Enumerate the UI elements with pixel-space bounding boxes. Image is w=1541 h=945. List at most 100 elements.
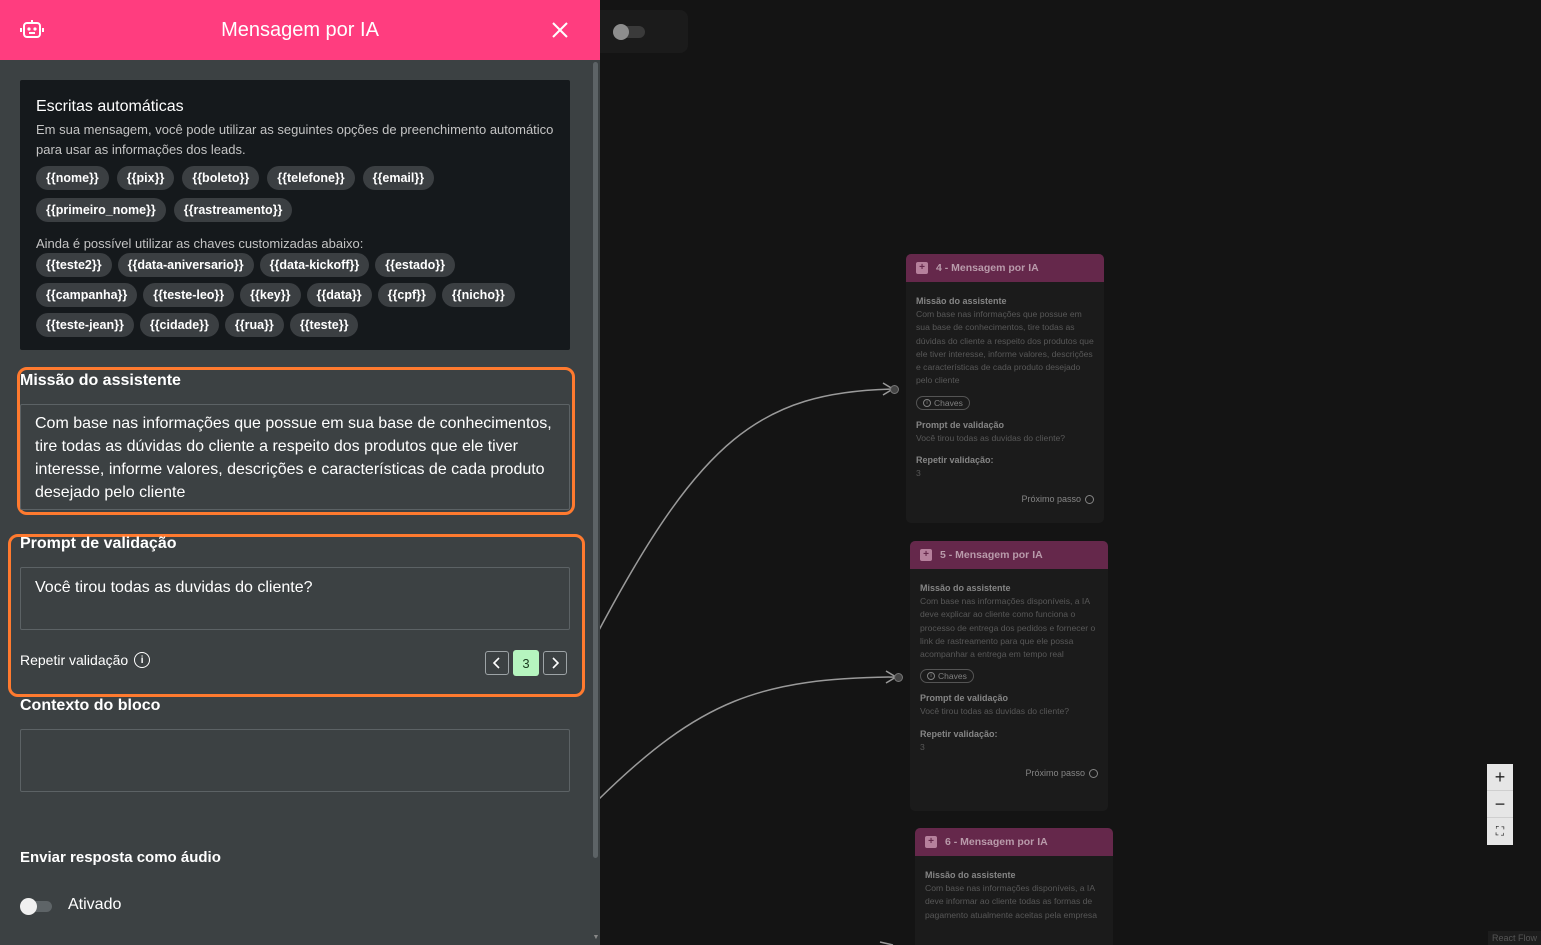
custom-keys-intro: Ainda é possível utilizar as chaves cust…: [36, 236, 364, 251]
node-mission-label: Missão do assistente: [920, 583, 1011, 593]
node-title: 5 - Mensagem por IA: [940, 549, 1043, 561]
panel-title: Mensagem por IA: [221, 18, 379, 41]
key-chip[interactable]: {{rua}}: [224, 313, 284, 337]
ai-message-icon: +: [920, 549, 932, 561]
node-mission-text: Com base nas informações disponíveis, a …: [920, 596, 1096, 660]
node-next-label: Próximo passo: [1025, 768, 1085, 779]
node-header: + 4 - Mensagem por IA: [906, 254, 1104, 282]
repeat-validation: Repetir validação i: [20, 652, 151, 668]
key-chip[interactable]: {{nicho}}: [441, 283, 515, 307]
scrollbar-thumb[interactable]: [593, 62, 598, 858]
attribution-link[interactable]: React Flow: [1487, 931, 1541, 945]
increment-button[interactable]: [543, 651, 567, 675]
node-header: + 6 - Mensagem por IA: [915, 828, 1113, 856]
key-chip[interactable]: {{estado}}: [375, 253, 455, 277]
audio-toggle[interactable]: [20, 898, 52, 915]
node-keys-chip[interactable]: i Chaves: [916, 395, 970, 410]
close-icon[interactable]: [548, 18, 572, 42]
node-4-input-handle[interactable]: [890, 385, 899, 394]
side-panel: Mensagem por IA ▼ Escritas automáticas E…: [0, 0, 600, 945]
key-chip[interactable]: {{nome}}: [36, 166, 109, 190]
validation-label: Prompt de validação: [20, 535, 177, 552]
scroll-down-icon[interactable]: ▼: [592, 934, 600, 942]
context-textarea[interactable]: [20, 729, 570, 792]
mission-label: Missão do assistente: [20, 372, 181, 389]
zoom-in-button[interactable]: +: [1487, 764, 1513, 791]
key-chip[interactable]: {{teste-jean}}: [36, 313, 134, 337]
toggle-knob: [20, 898, 37, 915]
auto-writes-card: Escritas automáticas Em sua mensagem, vo…: [20, 80, 570, 350]
key-chip[interactable]: {{pix}}: [116, 166, 175, 190]
repeat-stepper: 3: [485, 650, 567, 676]
node-output-handle[interactable]: [1089, 768, 1098, 778]
info-icon[interactable]: i: [134, 652, 151, 668]
node-repeat-label: Repetir validação:: [916, 455, 994, 466]
key-chip[interactable]: {{campanha}}: [36, 283, 138, 307]
repeat-validation-label: Repetir validação: [20, 652, 129, 668]
key-chip[interactable]: {{data}}: [306, 283, 372, 307]
mission-textarea[interactable]: Com base nas informações que possue em s…: [20, 404, 570, 510]
node-prompt-text: Você tirou todas as duvidas do cliente?: [916, 432, 1066, 443]
node-next-label: Próximo passo: [1021, 494, 1081, 505]
validation-textarea[interactable]: Você tirou todas as duvidas do cliente?: [20, 567, 570, 630]
key-chip[interactable]: {{telefone}}: [267, 166, 355, 190]
node-prompt-label: Prompt de validação: [920, 693, 1009, 704]
node-repeat-value: 3: [920, 741, 925, 752]
zoom-controls: + − ⛶: [1487, 764, 1513, 845]
node-prompt-text: Você tirou todas as duvidas do cliente?: [920, 706, 1070, 717]
edge-to-node-4: [597, 388, 894, 633]
key-chip[interactable]: {{cpf}}: [377, 283, 436, 307]
node-next-step: Próximo passo: [916, 494, 1094, 504]
custom-keys: {{teste2}} {{data-aniversario}} {{data-kic…: [36, 253, 554, 337]
flow-node-4[interactable]: + 4 - Mensagem por IA Missão do assisten…: [906, 254, 1104, 523]
key-chip[interactable]: {{rastreamento}}: [173, 198, 293, 222]
key-chip[interactable]: {{cidade}}: [139, 313, 219, 337]
chevron-right-icon: [552, 657, 560, 669]
key-chip[interactable]: {{data-kickoff}}: [259, 253, 370, 277]
key-chip[interactable]: {{boleto}}: [182, 166, 260, 190]
audio-toggle-label: Ativado: [68, 896, 122, 913]
info-icon: i: [923, 398, 931, 407]
flow-node-6[interactable]: + 6 - Mensagem por IA Missão do assisten…: [915, 828, 1113, 945]
node-keys-label: Chaves: [934, 397, 963, 408]
default-keys: {{nome}} {{pix}} {{boleto}} {{telefone}} {{e…: [36, 166, 554, 222]
context-label: Contexto do bloco: [20, 697, 161, 714]
key-chip[interactable]: {{primeiro_nome}}: [36, 198, 166, 222]
zoom-out-button[interactable]: −: [1487, 791, 1513, 818]
ai-message-icon: +: [916, 262, 928, 274]
node-header: + 5 - Mensagem por IA: [910, 541, 1108, 569]
key-chip[interactable]: {{key}}: [240, 283, 301, 307]
key-chip[interactable]: {{teste}}: [289, 313, 359, 337]
node-output-handle[interactable]: [1085, 494, 1094, 504]
flow-node-5[interactable]: + 5 - Mensagem por IA Missão do assisten…: [910, 541, 1108, 811]
key-chip[interactable]: {{teste2}}: [36, 253, 112, 277]
key-chip[interactable]: {{email}}: [362, 166, 435, 190]
key-chip[interactable]: {{data-aniversario}}: [117, 253, 254, 277]
auto-writes-description: Em sua mensagem, você pode utilizar as s…: [36, 122, 554, 157]
audio-label: Enviar resposta como áudio: [20, 849, 221, 866]
ai-message-icon: +: [925, 836, 937, 848]
node-repeat-value: 3: [916, 468, 921, 479]
node-title: 6 - Mensagem por IA: [945, 836, 1048, 848]
decrement-button[interactable]: [485, 651, 509, 675]
edge-to-node-5: [597, 676, 897, 801]
robot-icon: [20, 20, 44, 38]
node-title: 4 - Mensagem por IA: [936, 262, 1039, 274]
chevron-left-icon: [492, 657, 500, 669]
node-keys-chip[interactable]: i Chaves: [920, 669, 974, 684]
node-prompt-label: Prompt de validação: [916, 419, 1005, 430]
repeat-value[interactable]: 3: [513, 650, 539, 676]
node-next-step: Próximo passo: [920, 768, 1098, 778]
canvas-toggle[interactable]: [613, 24, 645, 40]
node-keys-label: Chaves: [938, 671, 967, 682]
node-repeat-label: Repetir validação:: [920, 728, 998, 739]
key-chip[interactable]: {{teste-leo}}: [143, 283, 235, 307]
info-icon: i: [927, 672, 935, 681]
node-5-input-handle[interactable]: [894, 673, 903, 682]
fit-view-button[interactable]: ⛶: [1487, 818, 1513, 845]
node-mission-label: Missão do assistente: [916, 296, 1007, 306]
node-mission-label: Missão do assistente: [925, 870, 1016, 880]
auto-writes-title: Escritas automáticas: [36, 98, 184, 115]
node-mission-text: Com base nas informações disponíveis, a …: [925, 883, 1097, 920]
node-mission-text: Com base nas informações que possue em s…: [916, 309, 1094, 386]
